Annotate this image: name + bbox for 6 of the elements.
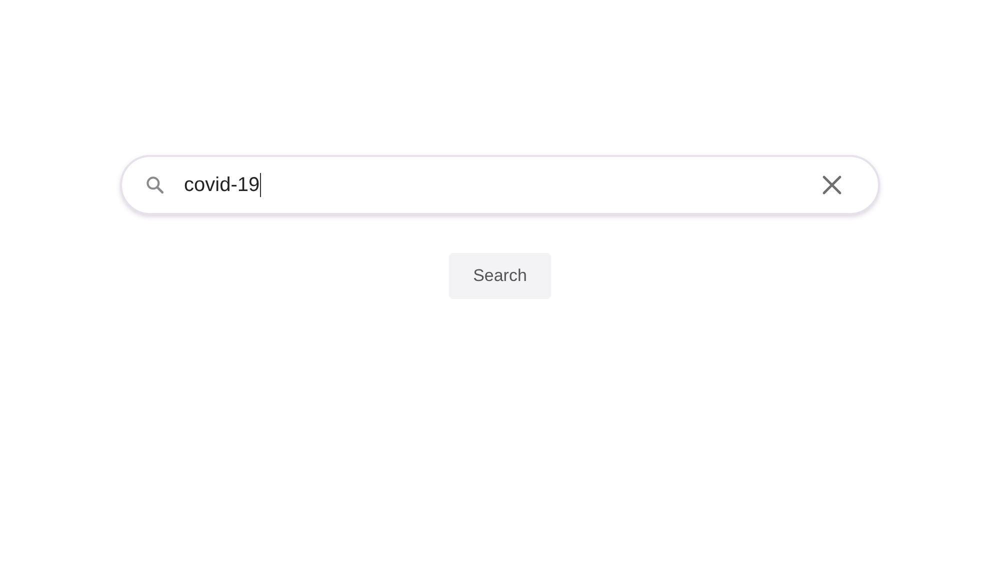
search-text: covid-19: [184, 173, 260, 198]
search-field[interactable]: covid-19: [120, 155, 880, 215]
search-icon: [144, 174, 166, 196]
text-cursor: [260, 173, 261, 197]
close-icon[interactable]: [822, 175, 842, 195]
search-button[interactable]: Search: [449, 253, 551, 299]
